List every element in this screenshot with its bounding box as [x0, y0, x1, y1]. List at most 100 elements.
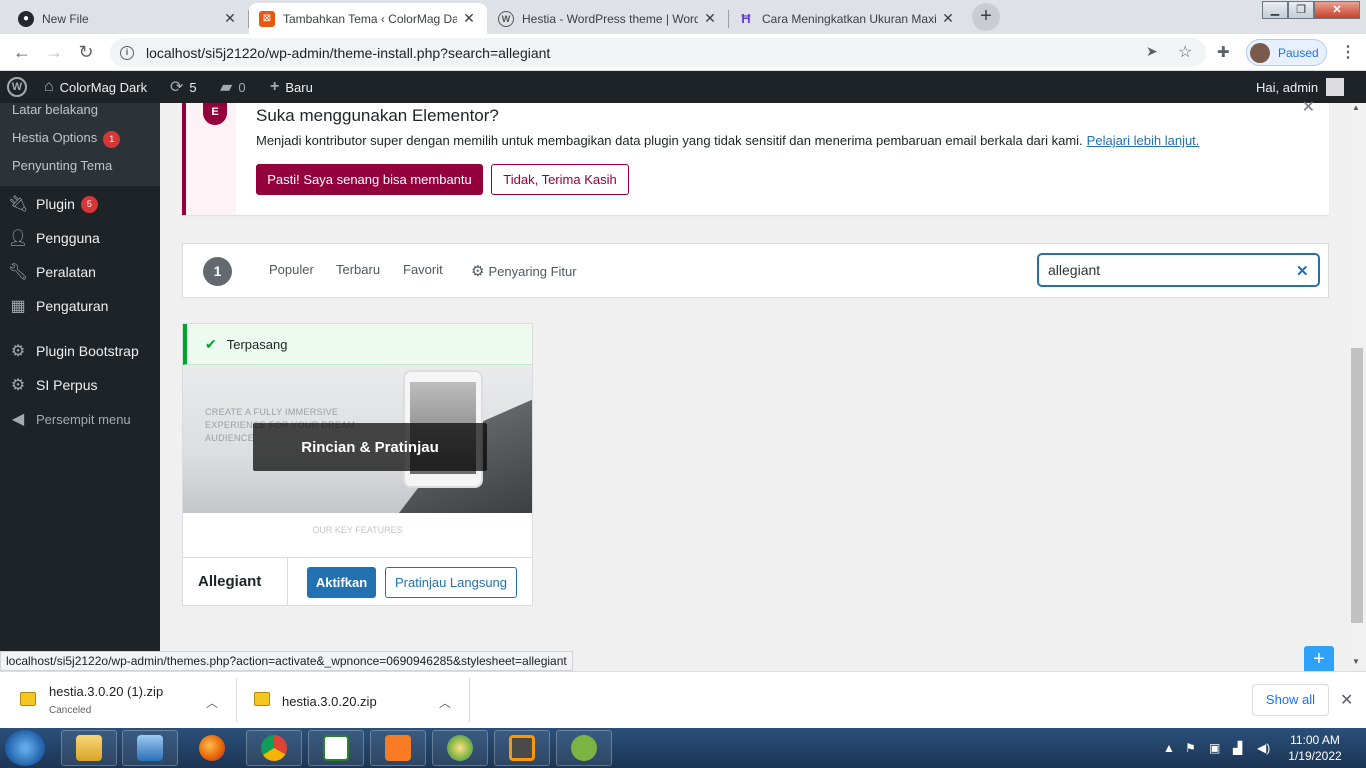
chevron-up-icon[interactable]: ︿ — [439, 694, 451, 711]
avatar — [1326, 78, 1345, 96]
search-input[interactable]: allegiant — [1038, 254, 1319, 286]
taskbar-green-app[interactable] — [556, 730, 612, 766]
action-center-icon[interactable]: ⚑ — [1185, 741, 1196, 755]
sidebar-item-users[interactable]: 👤︎ Pengguna — [0, 221, 160, 255]
sidebar-item-plugin-bootstrap[interactable]: ⚙ Plugin Bootstrap — [0, 334, 160, 368]
tab-article[interactable]: Ħ Cara Meningkatkan Ukuran Maxi ✕ — [728, 3, 966, 34]
scroll-down-icon[interactable]: ▼ — [1352, 657, 1360, 666]
download-status: Canceled — [49, 705, 92, 716]
admin-sidebar: Latar belakang Hestia Options 1 Penyuntin… — [0, 102, 160, 671]
plugin-icon: 🔌︎ — [7, 196, 29, 213]
taskbar-chrome[interactable] — [246, 730, 302, 766]
filter-popular[interactable]: Populer — [269, 262, 314, 277]
notice-body: Menjadi kontributor super dengan memilih… — [256, 133, 1083, 148]
taskbar-paint[interactable] — [432, 730, 488, 766]
site-name-link[interactable]: ⌂ ColorMag Dark — [44, 71, 147, 103]
filter-latest[interactable]: Terbaru — [336, 262, 380, 277]
back-icon[interactable]: ← — [10, 41, 34, 65]
bookmark-star-icon[interactable]: ☆ — [1178, 42, 1192, 62]
submenu-theme-editor[interactable]: Penyunting Tema — [12, 158, 112, 173]
window-close-button[interactable]: ✕ — [1314, 1, 1360, 19]
installed-notice: ✔ Terpasang — [183, 324, 532, 365]
wordpress-logo-icon[interactable]: W — [7, 71, 27, 103]
close-icon[interactable]: ✕ — [461, 10, 477, 27]
profile-button[interactable]: Paused — [1246, 39, 1327, 66]
opt-out-button[interactable]: Tidak, Terima Kasih — [491, 164, 629, 195]
security-icon[interactable]: ▣ — [1209, 741, 1220, 755]
tab-title: New File — [42, 11, 89, 26]
send-icon[interactable]: ➤ — [1146, 43, 1158, 60]
scrollbar-thumb[interactable] — [1351, 348, 1363, 623]
close-icon[interactable]: ✕ — [1302, 97, 1315, 117]
media-icon — [137, 735, 163, 761]
article-icon: Ħ — [741, 11, 751, 26]
clear-search-icon[interactable]: ✕ — [1296, 262, 1309, 280]
extensions-icon[interactable]: ✚ — [1217, 43, 1230, 61]
tab-new-file[interactable]: ● New File ✕ — [8, 3, 248, 34]
close-icon[interactable]: ✕ — [702, 10, 718, 27]
opt-in-button[interactable]: Pasti! Saya senang bisa membantu — [256, 164, 483, 195]
updates-icon: ⟳ — [170, 79, 184, 96]
taskbar-sublime[interactable] — [494, 730, 550, 766]
windows-start-button[interactable] — [5, 730, 45, 766]
download-item[interactable]: hestia.3.0.20 (1).zip Canceled ︿ — [0, 672, 236, 729]
gear-icon: ⚙ — [10, 343, 26, 360]
taskbar-media-player[interactable] — [122, 730, 178, 766]
show-all-downloads-button[interactable]: Show all — [1252, 684, 1329, 716]
paint-icon — [447, 735, 473, 761]
close-icon[interactable]: ✕ — [940, 10, 956, 27]
comments-link[interactable]: ▰ 0 — [220, 71, 246, 103]
xampp-icon — [385, 735, 411, 761]
maximize-button[interactable]: ❐ — [1288, 1, 1314, 19]
close-icon[interactable]: ✕ — [222, 10, 238, 27]
browser-menu-icon[interactable]: ⋮ — [1340, 42, 1356, 62]
updates-link[interactable]: ⟳ 5 — [170, 71, 197, 103]
site-name: ColorMag Dark — [59, 79, 148, 95]
feature-filter-button[interactable]: ⚙ Penyaring Fitur — [471, 262, 577, 280]
taskbar-firefox[interactable] — [184, 730, 240, 766]
sidebar-item-plugin[interactable]: 🔌︎ Plugin 5 — [0, 187, 160, 221]
sidebar-item-label: Pengaturan — [36, 298, 109, 314]
chevron-up-icon[interactable]: ︿ — [206, 694, 218, 711]
system-clock[interactable]: 11:00 AM 1/19/2022 — [1285, 732, 1345, 764]
volume-icon[interactable]: ◀) — [1257, 741, 1270, 755]
site-info-icon[interactable]: i — [120, 45, 134, 60]
download-item[interactable]: hestia.3.0.20.zip ︿ — [237, 672, 469, 729]
live-preview-button[interactable]: Pratinjau Langsung — [385, 567, 517, 598]
minimize-button[interactable]: ▁ — [1262, 1, 1288, 19]
submenu-hestia-options[interactable]: Hestia Options 1 — [12, 130, 121, 148]
taskbar-diagram-app[interactable] — [308, 730, 364, 766]
address-bar[interactable]: i localhost/si5j2122o/wp-admin/theme-ins… — [110, 38, 1206, 67]
submenu-background[interactable]: Latar belakang — [12, 102, 98, 117]
learn-more-link[interactable]: Pelajari lebih lanjut. — [1087, 133, 1200, 148]
theme-card[interactable]: ✔ Terpasang CREATE A FULLY IMMERSIVE EXP… — [182, 323, 533, 606]
sidebar-item-settings[interactable]: ▦ Pengaturan — [0, 289, 160, 323]
new-content-link[interactable]: + Baru — [270, 71, 313, 103]
sidebar-item-si-perpus[interactable]: ⚙ SI Perpus — [0, 368, 160, 402]
folder-icon — [76, 735, 102, 761]
floating-add-button[interactable]: + — [1304, 646, 1334, 674]
filter-favorites[interactable]: Favorit — [403, 262, 443, 277]
network-icon[interactable]: ▟ — [1233, 741, 1242, 755]
theme-screenshot[interactable]: CREATE A FULLY IMMERSIVE EXPERIENCE FOR … — [183, 365, 532, 557]
activate-button[interactable]: Aktifkan — [307, 567, 376, 598]
show-hidden-icons[interactable]: ▲ — [1163, 741, 1175, 755]
my-account-link[interactable]: Hai, admin — [1256, 71, 1345, 103]
taskbar-xampp[interactable] — [370, 730, 426, 766]
sidebar-item-label: SI Perpus — [36, 377, 98, 393]
sidebar-item-tools[interactable]: 🔧︎ Peralatan — [0, 255, 160, 289]
submenu-label: Latar belakang — [12, 102, 99, 117]
collapse-menu-button[interactable]: ◀ Persempit menu — [0, 402, 160, 436]
reload-icon[interactable]: ↻ — [74, 41, 98, 65]
wordpress-icon: W — [498, 10, 514, 27]
details-preview-button[interactable]: Rincian & Pratinjau — [253, 423, 487, 471]
forward-icon[interactable]: → — [42, 41, 66, 65]
page-scrollbar[interactable]: ▲ ▼ — [1349, 103, 1366, 671]
tab-add-theme[interactable]: ⊠ Tambahkan Tema ‹ ColorMag Dark ✕ — [249, 3, 487, 34]
scroll-up-icon[interactable]: ▲ — [1352, 103, 1360, 112]
taskbar-file-explorer[interactable] — [61, 730, 117, 766]
tab-hestia[interactable]: W Hestia - WordPress theme | Word ✕ — [488, 3, 728, 34]
sidebar-item-label: Pengguna — [36, 230, 100, 246]
close-icon[interactable]: ✕ — [1340, 690, 1353, 710]
new-tab-button[interactable]: + — [972, 3, 1000, 31]
